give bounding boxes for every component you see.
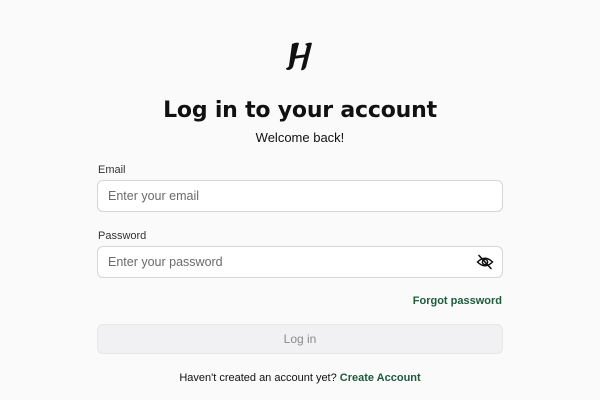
- login-button[interactable]: Log in: [97, 324, 503, 354]
- page-subtitle: Welcome back!: [255, 130, 345, 145]
- email-field[interactable]: [97, 180, 503, 212]
- eye-slash-icon[interactable]: [476, 254, 494, 270]
- password-input[interactable]: [108, 247, 468, 277]
- signup-prompt: Haven't created an account yet? Create A…: [0, 371, 600, 385]
- forgot-password-link[interactable]: Forgot password: [413, 294, 502, 308]
- password-field[interactable]: [97, 246, 503, 278]
- h-script-logo-icon: [284, 40, 316, 74]
- password-label: Password: [98, 230, 147, 242]
- signup-prompt-text: Haven't created an account yet?: [179, 372, 337, 384]
- create-account-link[interactable]: Create Account: [340, 372, 421, 384]
- email-input[interactable]: [108, 181, 468, 211]
- email-label: Email: [98, 164, 126, 176]
- page-title: Log in to your account: [163, 98, 437, 123]
